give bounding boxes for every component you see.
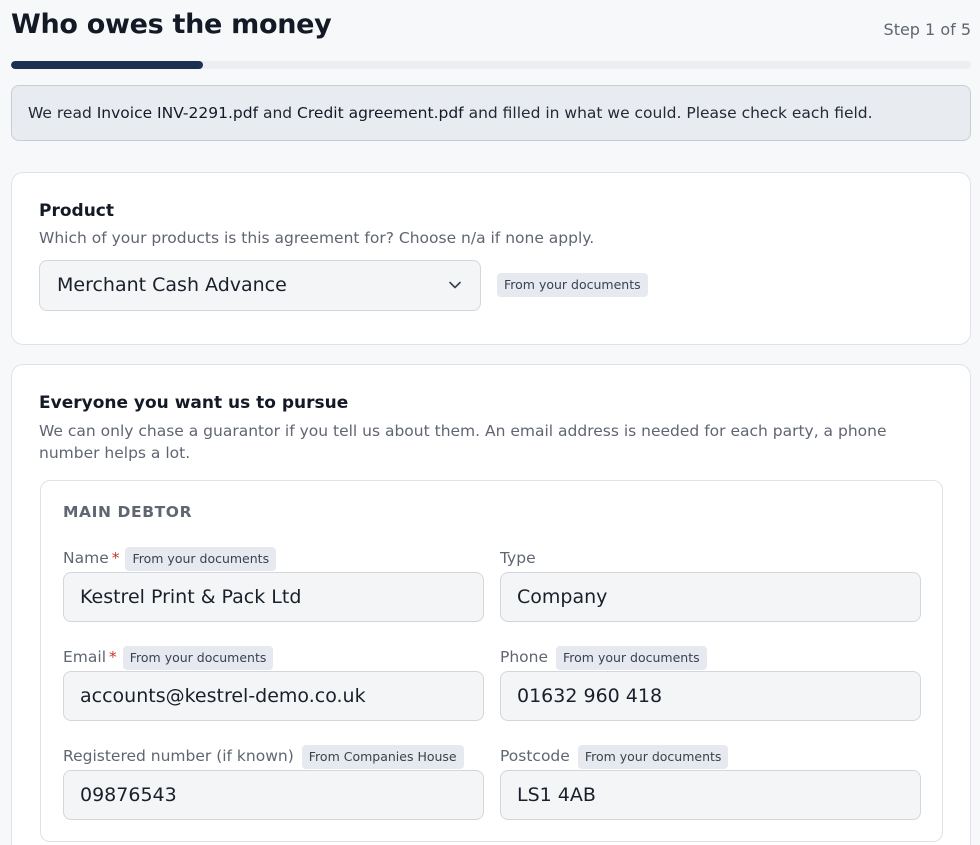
page-title: Who owes the money	[11, 9, 332, 40]
debtor-name-label: Name	[63, 549, 109, 567]
parties-title: Everyone you want us to pursue	[39, 393, 349, 413]
product-card: Product Which of your products is this a…	[11, 172, 971, 345]
step-indicator: Step 1 of 5	[883, 20, 971, 39]
product-title: Product	[39, 201, 114, 221]
notice-middle: and	[258, 104, 298, 122]
main-debtor-heading: MAIN DEBTOR	[63, 503, 193, 521]
debtor-registered-number-label: Registered number (if known)	[63, 747, 294, 765]
debtor-name-input[interactable]: Kestrel Print & Pack Ltd	[63, 572, 484, 622]
debtor-phone-label: Phone	[500, 648, 549, 666]
main-debtor-section: MAIN DEBTOR Name * From your documents Kes…	[40, 480, 943, 842]
debtor-registered-number-label-row: Registered number (if known) From Compani…	[63, 743, 484, 769]
debtor-phone-input[interactable]: 01632 960 418	[500, 671, 921, 721]
required-marker: *	[109, 648, 117, 666]
debtor-phone-label-row: Phone From your documents	[500, 644, 921, 670]
debtor-email-input[interactable]: accounts@kestrel-demo.co.uk	[63, 671, 484, 721]
required-marker: *	[111, 549, 120, 567]
debtor-registered-number-field: Registered number (if known) From Compani…	[63, 743, 484, 820]
parties-description: We can only chase a guarantor if you tel…	[39, 422, 887, 462]
product-select-value: Merchant Cash Advance	[57, 274, 287, 296]
autofill-notice: We read Invoice INV-2291.pdf and Credit …	[11, 85, 971, 141]
debtor-name-field: Name * From your documents Kestrel Print &…	[63, 545, 484, 622]
debtor-name-source-tag: From your documents	[125, 546, 277, 571]
debtor-phone-source-tag: From your documents	[556, 645, 707, 670]
debtor-type-label-row: Type	[500, 545, 921, 571]
debtor-type-field: Type Company	[500, 545, 921, 622]
notice-document-agreement: Credit agreement.pdf	[297, 104, 464, 122]
debtor-type-label: Type	[500, 549, 536, 567]
debtor-type-input[interactable]: Company	[500, 572, 921, 622]
debtor-email-label-row: Email * From your documents	[63, 644, 484, 670]
notice-suffix: and filled in what we could. Please chec…	[463, 104, 873, 122]
parties-card: Everyone you want us to pursue We can on…	[11, 364, 971, 845]
debtor-registered-number-source-tag: From Companies House	[301, 744, 464, 769]
debtor-postcode-label: Postcode	[500, 747, 570, 765]
page-header: Who owes the money Step 1 of 5	[11, 0, 971, 60]
debtor-email-label: Email	[63, 648, 107, 666]
debtor-postcode-label-row: Postcode From your documents	[500, 743, 921, 769]
product-description: Which of your products is this agreement…	[39, 229, 595, 247]
product-select[interactable]: Merchant Cash Advance	[39, 260, 481, 311]
debtor-registered-number-input[interactable]: 09876543	[63, 770, 484, 820]
notice-prefix: We read	[28, 104, 97, 122]
product-source-tag: From your documents	[497, 273, 648, 297]
debtor-postcode-source-tag: From your documents	[577, 744, 729, 769]
debtor-phone-field: Phone From your documents 01632 960 418	[500, 644, 921, 721]
progress-bar-fill	[11, 61, 203, 69]
debtor-email-source-tag: From your documents	[122, 645, 274, 670]
debtor-email-field: Email * From your documents accounts@kestr…	[63, 644, 484, 721]
notice-document-invoice: Invoice INV-2291.pdf	[96, 104, 259, 122]
progress-bar	[11, 61, 971, 69]
chevron-down-icon	[449, 281, 461, 289]
debtor-postcode-field: Postcode From your documents LS1 4AB	[500, 743, 921, 820]
debtor-name-label-row: Name * From your documents	[63, 545, 484, 571]
debtor-postcode-input[interactable]: LS1 4AB	[500, 770, 921, 820]
